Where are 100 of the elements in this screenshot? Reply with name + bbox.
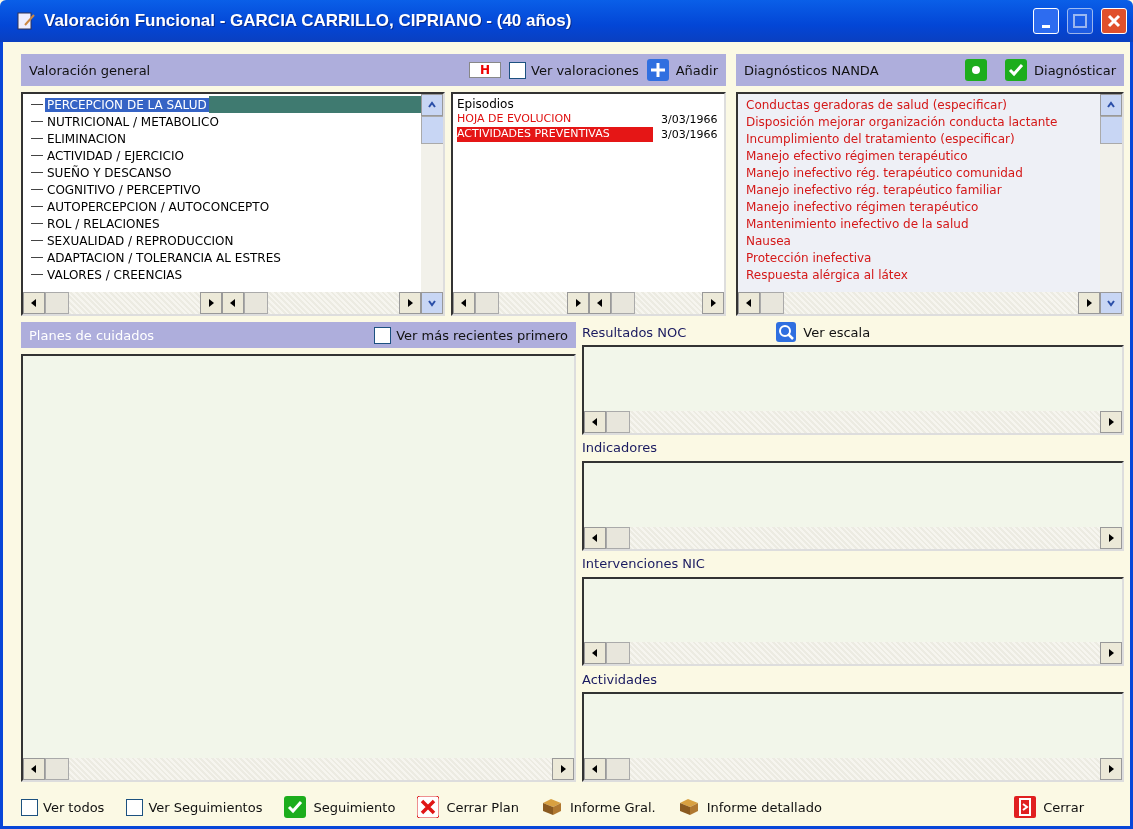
tree-item[interactable]: ELIMINACION — [45, 131, 128, 146]
scroll-left-button[interactable] — [584, 526, 606, 549]
scroll-right-button[interactable] — [1100, 642, 1122, 665]
diagnosis-item[interactable]: Nausea — [746, 233, 1092, 250]
diagnosis-item[interactable]: Manejo inefectivo rég. terapéutico familiar — [746, 182, 1092, 199]
tree-item[interactable]: SUEÑO Y DESCANSO — [45, 165, 174, 180]
horizontal-scrollbar[interactable] — [23, 758, 574, 780]
footer-button[interactable]: Seguimiento — [284, 796, 396, 818]
chevron-down-icon — [1107, 299, 1115, 307]
scroll-up-button[interactable] — [421, 94, 443, 116]
arrow-right-icon — [1107, 649, 1115, 658]
scroll-thumb[interactable] — [610, 292, 635, 314]
horizontal-scrollbar[interactable] — [584, 410, 1122, 433]
scroll-thumb[interactable] — [45, 292, 69, 314]
episode-name[interactable]: HOJA DE EVOLUCION — [457, 112, 653, 127]
scroll-right-button[interactable] — [702, 292, 724, 314]
scroll-left-button[interactable] — [453, 292, 475, 314]
scroll-thumb[interactable] — [606, 758, 630, 780]
scroll-thumb[interactable] — [421, 116, 443, 144]
scroll-thumb[interactable] — [475, 292, 499, 314]
scroll-thumb[interactable] — [606, 410, 630, 433]
diagnosis-item[interactable]: Manejo inefectivo régimen terapéutico — [746, 199, 1092, 216]
maximize-button[interactable] — [1067, 8, 1093, 34]
tree-item[interactable]: AUTOPERCEPCION / AUTOCONCEPTO — [45, 199, 272, 214]
footer-button[interactable]: Cerrar — [1014, 796, 1084, 818]
add-button[interactable]: Añadir — [646, 59, 718, 81]
horizontal-scrollbar[interactable] — [588, 292, 724, 314]
horizontal-scrollbar[interactable] — [584, 758, 1122, 780]
tree-item[interactable]: SEXUALIDAD / REPRODUCCION — [45, 233, 236, 248]
scroll-right-button[interactable] — [200, 292, 222, 314]
checkbox[interactable] — [374, 326, 392, 344]
tree-item[interactable]: ACTIVIDAD / EJERCICIO — [45, 148, 186, 163]
tree-item[interactable]: COGNITIVO / PERCEPTIVO — [45, 182, 203, 197]
diagnosis-item[interactable]: Conductas geradoras de salud (especificar) — [746, 97, 1092, 114]
window-title: Valoración Funcional - GARCIA CARRILLO, CIPRIANO - (40 años) — [44, 11, 573, 31]
arrow-left-icon — [591, 649, 599, 658]
scroll-right-button[interactable] — [1078, 292, 1100, 314]
scroll-left-button[interactable] — [738, 292, 760, 314]
vertical-scrollbar[interactable] — [421, 94, 443, 292]
scroll-left-button[interactable] — [222, 292, 244, 314]
diagnosis-item[interactable]: Manejo inefectivo rég. terapéutico comunidad — [746, 165, 1092, 182]
horizontal-scrollbar[interactable] — [222, 292, 421, 314]
footer-button[interactable]: Cerrar Plan — [417, 796, 519, 818]
checkbox[interactable] — [509, 61, 527, 79]
scroll-down-button[interactable] — [421, 292, 443, 314]
cross-icon — [417, 796, 440, 818]
scroll-left-button[interactable] — [23, 758, 45, 780]
scroll-up-button[interactable] — [1100, 94, 1122, 116]
arrow-left-icon — [591, 417, 599, 426]
diagnose-button[interactable]: Diagnósticar — [1005, 59, 1116, 81]
diagnosis-item[interactable]: Incumplimiento del tratamiento (especificar) — [746, 131, 1092, 148]
close-button[interactable] — [1101, 8, 1127, 34]
scroll-down-button[interactable] — [1100, 292, 1122, 314]
tree-item[interactable]: VALORES / CREENCIAS — [45, 267, 185, 282]
arrow-right-icon — [559, 765, 567, 773]
scroll-right-button[interactable] — [566, 292, 589, 314]
h-badge[interactable]: H — [469, 62, 502, 78]
horizontal-scrollbar[interactable] — [584, 642, 1122, 665]
section-title: Indicadores — [582, 440, 658, 456]
horizontal-scrollbar[interactable] — [23, 292, 222, 314]
diagnosis-item[interactable]: Respuesta alérgica al látex — [746, 267, 1092, 284]
diagnosis-item[interactable]: Disposición mejorar organización conducta lactante — [746, 114, 1092, 131]
scroll-thumb[interactable] — [606, 642, 630, 665]
scroll-left-button[interactable] — [584, 642, 606, 665]
diagnosis-item[interactable]: Mantenimiento inefectivo de la salud — [746, 216, 1092, 233]
scroll-left-button[interactable] — [23, 292, 45, 314]
scroll-left-button[interactable] — [584, 410, 606, 433]
footer-button[interactable]: Informe detallado — [677, 797, 822, 817]
scroll-left-button[interactable] — [584, 758, 606, 780]
diagnosis-item[interactable]: Manejo efectivo régimen terapéutico — [746, 148, 1092, 165]
scroll-right-button[interactable] — [1100, 758, 1122, 780]
diagnosis-item[interactable]: Protección inefectiva — [746, 250, 1092, 267]
scroll-thumb[interactable] — [760, 292, 784, 314]
arrow-left-icon — [30, 299, 38, 307]
scroll-right-button[interactable] — [1100, 526, 1122, 549]
scroll-thumb[interactable] — [45, 758, 69, 780]
checkbox[interactable] — [126, 798, 144, 816]
scroll-right-button[interactable] — [1100, 410, 1122, 433]
arrow-left-icon — [229, 299, 237, 307]
tree-item[interactable]: PERCEPCION DE LA SALUD — [45, 97, 209, 112]
horizontal-scrollbar[interactable] — [453, 292, 589, 314]
episode-name[interactable]: ACTIVIDADES PREVENTIVAS — [457, 127, 653, 142]
tree-item[interactable]: ADAPTACION / TOLERANCIA AL ESTRES — [45, 250, 283, 265]
horizontal-scrollbar[interactable] — [738, 292, 1100, 314]
scroll-right-button[interactable] — [399, 292, 421, 314]
scroll-thumb[interactable] — [244, 292, 268, 314]
scroll-thumb[interactable] — [1100, 116, 1122, 144]
checkbox[interactable] — [21, 798, 38, 816]
exit-door-icon — [1014, 796, 1037, 818]
tree-item[interactable]: NUTRICIONAL / METABOLICO — [45, 114, 221, 129]
scroll-right-button[interactable] — [552, 758, 574, 780]
horizontal-scrollbar[interactable] — [584, 526, 1122, 549]
footer-button[interactable]: Informe Gral. — [541, 797, 656, 817]
scroll-thumb[interactable] — [606, 526, 630, 549]
vertical-scrollbar[interactable] — [1100, 94, 1122, 292]
view-scale-button[interactable]: Ver escala — [776, 322, 871, 342]
arrow-left-icon — [591, 765, 599, 773]
tree-item[interactable]: ROL / RELACIONES — [45, 216, 162, 231]
minimize-button[interactable] — [1033, 8, 1059, 34]
scroll-left-button[interactable] — [588, 292, 611, 314]
